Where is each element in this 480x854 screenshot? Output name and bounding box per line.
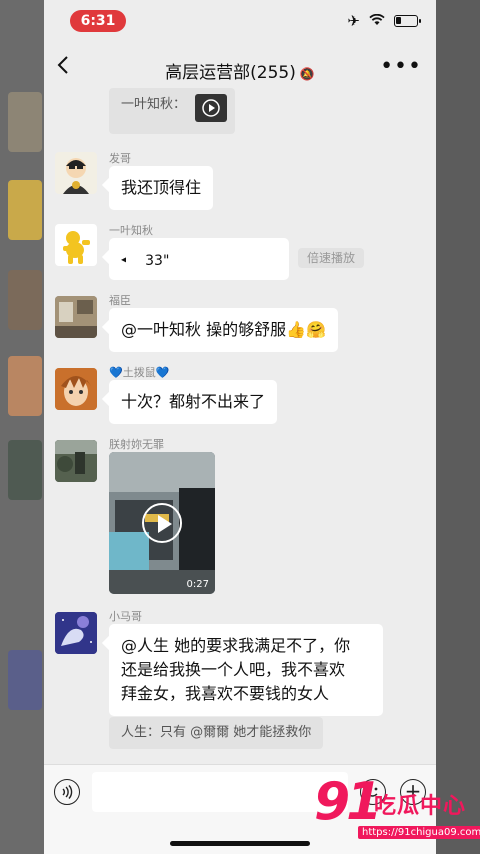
avatar-room-photo — [55, 296, 97, 338]
avatar-yellow-figure — [63, 231, 90, 264]
background-right-strip — [436, 0, 480, 854]
nav-bar: 高层运营部(255) 🔕 ••• — [44, 44, 436, 94]
wifi-icon — [369, 12, 385, 30]
avatar-cartoon-man — [63, 158, 89, 194]
avatar[interactable] — [55, 612, 97, 654]
avatar[interactable] — [55, 152, 97, 194]
quoted-video-thumb — [195, 94, 227, 122]
voice-wave-icon: ◂ — [121, 254, 127, 266]
video-duration: 0:27 — [186, 579, 209, 590]
sender-name: 发哥 — [109, 152, 131, 165]
quoted-message-partial[interactable]: 一叶知秋： — [109, 88, 235, 134]
voice-duration: 33" — [145, 253, 170, 269]
message-bubble[interactable]: @人生 她的要求我满足不了，你 还是给我换一个人吧，我不喜欢 拜金女，我喜欢不要… — [109, 624, 383, 716]
message-input[interactable] — [92, 772, 348, 812]
message-bubble[interactable]: 我还顶得住 — [109, 166, 214, 210]
mute-bell-icon: 🔕 — [299, 67, 315, 81]
sender-name: 小马哥 — [109, 610, 142, 623]
avatar[interactable] — [55, 440, 97, 482]
more-button[interactable]: ••• — [380, 54, 422, 79]
avatar-anime-boy — [55, 368, 97, 410]
message-bubble[interactable]: @一叶知秋 操的够舒服👍🤗 — [109, 308, 338, 352]
avatar-outdoor-photo — [55, 440, 97, 482]
chat-screen: 6:31 ✈ 高层运营部(255) 🔕 ••• 一叶知秋： 发哥 我还顶得住 一… — [44, 0, 436, 854]
avatar[interactable] — [55, 296, 97, 338]
message-bubble[interactable]: 十次？都射不出来了 — [109, 380, 278, 424]
play-icon — [202, 99, 220, 117]
chat-title-wrap: 高层运营部(255) 🔕 — [44, 58, 436, 83]
status-bar: 6:31 ✈ — [44, 0, 436, 44]
video-message[interactable]: 0:27 — [109, 452, 215, 594]
message-line: @人生 她的要求我满足不了，你 — [121, 636, 351, 655]
sender-name: 福臣 — [109, 294, 131, 307]
home-indicator — [170, 841, 310, 846]
quoted-text: 一叶知秋： — [121, 97, 187, 112]
watermark-91: 91 — [314, 772, 382, 832]
chat-title: 高层运营部(255) — [165, 63, 296, 83]
sender-name: 💙土拨鼠💙 — [109, 366, 170, 379]
play-icon — [142, 503, 182, 543]
sender-name: 朕射妳无罪 — [109, 438, 164, 451]
voice-message-bubble[interactable]: ◂ 33" — [109, 238, 289, 280]
sender-name: 一叶知秋 — [109, 224, 153, 237]
battery-icon — [394, 15, 421, 27]
status-time: 6:31 — [70, 10, 126, 32]
voice-icon — [62, 785, 73, 799]
speed-play-button[interactable]: 倍速播放 — [298, 248, 365, 268]
watermark-url: https://91chigua09.com — [358, 826, 480, 839]
background-left-strip — [0, 0, 44, 854]
watermark-text: 吃瓜中心 — [374, 794, 467, 819]
quoted-reply[interactable]: 人生：只有 @爾爾 她才能拯救你 — [109, 717, 324, 749]
message-line: 还是给我换一个人吧，我不喜欢 — [121, 660, 346, 679]
airplane-icon: ✈ — [347, 12, 360, 30]
watermark-logo: 91 吃瓜中心 https://91chigua09.com — [314, 772, 480, 844]
status-icons: ✈ — [347, 12, 421, 30]
avatar[interactable] — [55, 368, 97, 410]
avatar[interactable] — [55, 224, 97, 266]
voice-input-button[interactable] — [54, 779, 80, 805]
message-line: 拜金女，我喜欢不要钱的女人 — [121, 684, 330, 703]
avatar-unicorn-art — [55, 612, 97, 654]
